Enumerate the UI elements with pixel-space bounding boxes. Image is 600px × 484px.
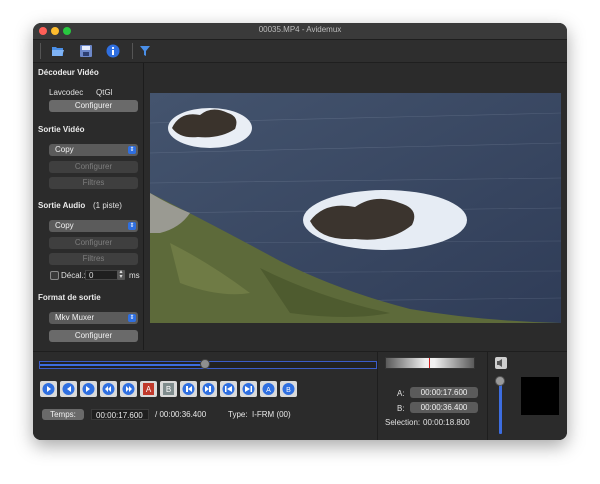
rewind-icon [62, 383, 75, 395]
toolbar-divider [40, 43, 41, 59]
total-time-label: / 00:00:36.400 [155, 410, 207, 419]
audio-shift-label: Décal.: [61, 271, 86, 280]
audio-configure-button[interactable]: Configurer [49, 237, 138, 249]
set-marker-a-button[interactable]: A [140, 381, 157, 397]
video-output-header: Sortie Vidéo [38, 125, 85, 134]
muxer-select[interactable]: Mkv Muxer ⇕ [49, 312, 138, 324]
chevron-updown-icon: ⇕ [128, 222, 136, 230]
audio-output-header: Sortie Audio [38, 201, 86, 210]
set-marker-a-icon: A [143, 383, 154, 395]
audio-codec-select[interactable]: Copy ⇕ [49, 220, 138, 232]
go-to-marker-b-button[interactable]: B [280, 381, 297, 397]
audio-shift-checkbox[interactable] [50, 271, 59, 280]
chevron-updown-icon: ⇕ [128, 314, 136, 322]
video-frame [150, 93, 561, 323]
video-decoder-header: Décodeur Vidéo [38, 68, 99, 77]
go-to-end-button[interactable] [240, 381, 257, 397]
previous-black-frame-button[interactable] [180, 381, 197, 397]
muxer-configure-button[interactable]: Configurer [49, 330, 138, 342]
play-icon [42, 383, 55, 395]
stepper-arrows-icon[interactable]: ▴ ▾ [117, 269, 125, 280]
timeline-slider[interactable] [39, 359, 377, 369]
svg-text:A: A [266, 387, 271, 394]
go-to-marker-a-icon: A [262, 383, 275, 395]
current-time-field[interactable]: 00:00:17.600 [91, 409, 149, 420]
title-bar: 00035.MP4 - Avidemux [33, 23, 567, 40]
set-marker-b-button[interactable]: B [160, 381, 177, 397]
play-button[interactable] [40, 381, 57, 397]
marker-b-label: B: [397, 404, 405, 413]
previous-keyframe-icon [102, 383, 115, 395]
frame-type-label: Type: [228, 410, 248, 419]
audio-filters-button[interactable]: Filtres [49, 253, 138, 265]
timeline-progress [40, 364, 205, 366]
filter-icon[interactable] [137, 43, 153, 59]
save-file-icon[interactable] [78, 43, 94, 59]
go-to-end-icon [242, 383, 255, 395]
marker-gauge [385, 357, 475, 369]
forward-button[interactable] [80, 381, 97, 397]
go-to-marker-a-button[interactable]: A [260, 381, 277, 397]
previous-black-frame-icon [182, 383, 195, 395]
gauge-marker [429, 358, 431, 368]
marker-b-value[interactable]: 00:00:36.400 [410, 402, 478, 413]
window-title: 00035.MP4 - Avidemux [258, 25, 342, 34]
muxer-value: Mkv Muxer [55, 313, 95, 322]
next-keyframe-button[interactable] [120, 381, 137, 397]
next-keyframe-icon [122, 383, 135, 395]
speaker-icon[interactable] [495, 357, 507, 369]
svg-text:A: A [146, 385, 152, 394]
main-toolbar [33, 40, 567, 63]
timeline-knob[interactable] [199, 359, 210, 369]
temps-button[interactable]: Temps: [42, 409, 84, 420]
audio-codec-value: Copy [55, 221, 74, 230]
decoder-codec-label: Lavcodec [49, 88, 84, 97]
rewind-button[interactable] [60, 381, 77, 397]
go-to-start-icon [222, 383, 235, 395]
chevron-updown-icon: ⇕ [128, 146, 136, 154]
video-codec-select[interactable]: Copy ⇕ [49, 144, 138, 156]
go-to-start-button[interactable] [220, 381, 237, 397]
go-to-marker-b-icon: B [282, 383, 295, 395]
output-format-header: Format de sortie [38, 293, 101, 302]
open-file-icon[interactable] [50, 43, 66, 59]
preview-thumbnail [521, 377, 559, 415]
toolbar-divider [132, 43, 133, 59]
svg-text:B: B [166, 385, 171, 394]
video-configure-button[interactable]: Configurer [49, 161, 138, 173]
info-icon[interactable] [105, 43, 121, 59]
audio-tracks-label: (1 piste) [93, 201, 122, 210]
previous-keyframe-button[interactable] [100, 381, 117, 397]
next-black-frame-button[interactable] [200, 381, 217, 397]
video-codec-value: Copy [55, 145, 74, 154]
set-marker-b-icon: B [163, 383, 174, 395]
forward-icon [82, 383, 95, 395]
audio-shift-unit: ms [129, 271, 140, 280]
next-black-frame-icon [202, 383, 215, 395]
video-filters-button[interactable]: Filtres [49, 177, 138, 189]
marker-a-value[interactable]: 00:00:17.600 [410, 387, 478, 398]
frame-type-value: I-FRM (00) [252, 410, 291, 419]
decoder-renderer-label: QtGl [96, 88, 113, 97]
decoder-configure-button[interactable]: Configurer [49, 100, 138, 112]
settings-panel: Décodeur Vidéo Lavcodec QtGl Configurer … [33, 63, 144, 350]
svg-text:B: B [286, 387, 291, 394]
selection-label: Selection: [385, 418, 421, 427]
avidemux-window: 00035.MP4 - Avidemux Décodeur Vidéo Lavc… [33, 23, 567, 440]
marker-a-label: A: [397, 389, 405, 398]
volume-slider[interactable] [499, 379, 502, 434]
selection-value: 00:00:18.800 [423, 418, 470, 427]
